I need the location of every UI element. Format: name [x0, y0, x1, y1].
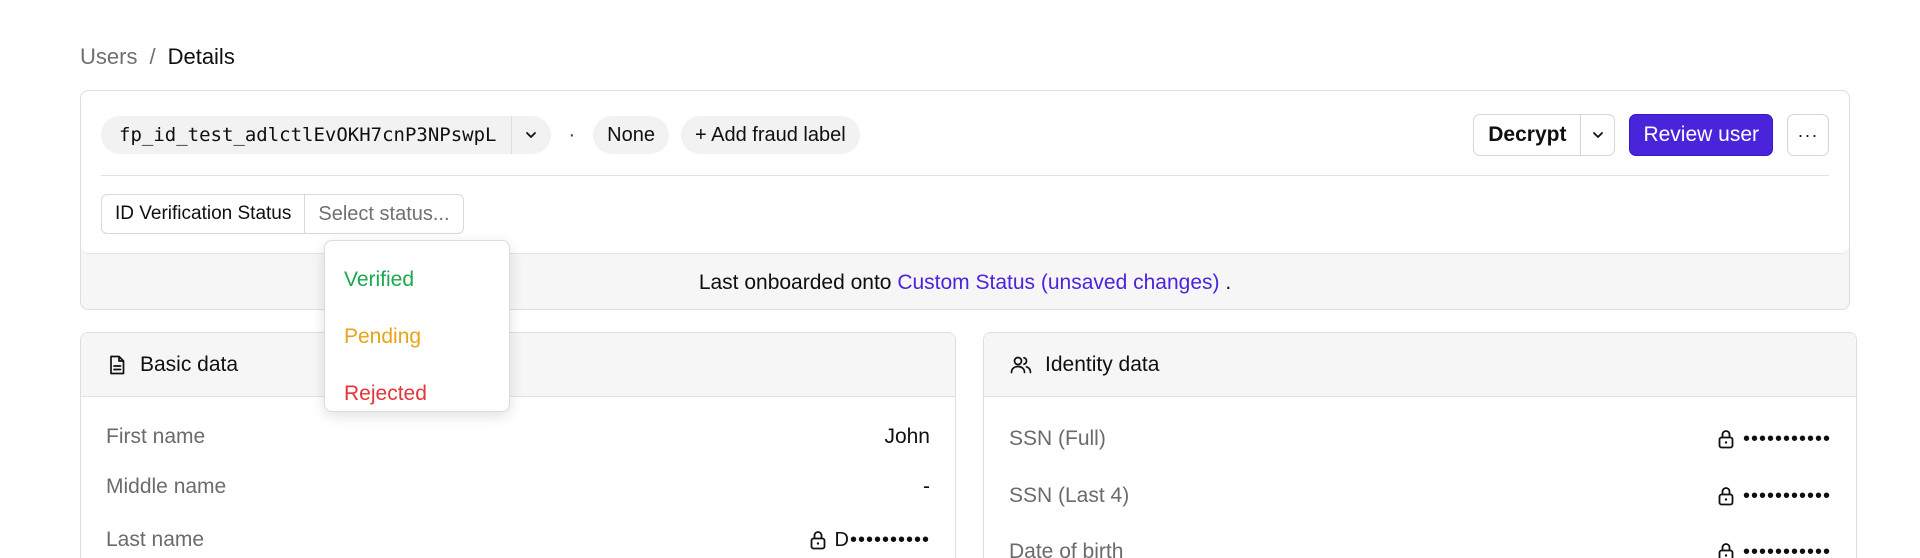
more-options-button[interactable]: ··· — [1787, 114, 1829, 156]
lock-icon — [1718, 430, 1734, 449]
breadcrumb-current: Details — [167, 44, 235, 69]
header-divider — [101, 175, 1829, 176]
field-row-date-of-birth: Date of birth ••••••••••• — [1009, 540, 1831, 558]
decrypt-split-button: Decrypt — [1473, 114, 1616, 156]
basic-data-card: Basic data First name John Middle name -… — [80, 332, 956, 558]
more-icon: ··· — [1797, 124, 1819, 145]
chevron-down-icon — [1593, 132, 1603, 138]
chevron-down-icon — [526, 132, 536, 138]
field-label: Last name — [106, 528, 205, 551]
users-icon — [1010, 356, 1032, 373]
document-icon — [110, 355, 125, 374]
onboard-suffix: . — [1225, 271, 1232, 294]
lock-icon — [1718, 487, 1734, 506]
lock-icon — [810, 531, 825, 550]
basic-data-title: Basic data — [140, 352, 239, 376]
playbook-link[interactable]: Custom Status (unsaved changes) — [897, 271, 1219, 294]
lock-icon — [1718, 543, 1734, 558]
field-label: Middle name — [106, 475, 227, 498]
onboard-prefix: Last onboarded onto — [698, 271, 892, 294]
identity-data-header: Identity data — [984, 333, 1856, 397]
decrypt-dropdown-button[interactable] — [1580, 115, 1614, 155]
field-label: First name — [106, 425, 206, 448]
field-row-ssn-last4: SSN (Last 4) ••••••••••• — [1009, 484, 1831, 508]
masked-value: D•••••••••• — [834, 528, 930, 551]
header-actions: Decrypt Review user ··· — [1473, 114, 1829, 156]
breadcrumb-users-link[interactable]: Users — [80, 44, 137, 70]
field-label: Date of birth — [1009, 540, 1124, 558]
field-row-first-name: First name John — [106, 425, 930, 449]
status-field-label: ID Verification Status — [102, 195, 306, 233]
field-row-last-name: Last name D•••••••••• — [106, 528, 930, 552]
status-dropdown-menu: Verified Pending Rejected — [324, 240, 510, 412]
review-user-button[interactable]: Review user — [1629, 114, 1773, 156]
breadcrumb: Users / Details — [80, 44, 235, 70]
field-label: SSN (Full) — [1009, 427, 1106, 450]
field-value-encrypted[interactable]: ••••••••••• — [1717, 541, 1831, 558]
identity-data-card: Identity data SSN (Full) ••••••••••• SSN… — [983, 332, 1857, 558]
breadcrumb-separator: / — [149, 44, 156, 69]
masked-value: ••••••••••• — [1742, 484, 1831, 507]
masked-value: ••••••••••• — [1742, 427, 1831, 450]
field-row-middle-name: Middle name - — [106, 475, 930, 499]
field-label: SSN (Last 4) — [1009, 484, 1130, 507]
decrypt-button[interactable]: Decrypt — [1474, 115, 1580, 155]
status-option-verified[interactable]: Verified — [325, 251, 509, 308]
user-id-text: fp_id_test_adlctlEvOKH7cnP3NPswpL — [119, 124, 497, 146]
masked-value: ••••••••••• — [1742, 540, 1831, 558]
identity-data-title: Identity data — [1045, 352, 1160, 376]
basic-data-header: Basic data — [81, 333, 955, 397]
field-row-ssn-full: SSN (Full) ••••••••••• — [1009, 427, 1831, 451]
add-fraud-label-button[interactable]: + Add fraud label — [680, 116, 860, 154]
user-id-dropdown-button[interactable] — [510, 116, 551, 154]
separator-dot: · — [568, 123, 576, 146]
status-option-rejected[interactable]: Rejected — [325, 365, 509, 422]
header-top: fp_id_test_adlctlEvOKH7cnP3NPswpL · None… — [81, 91, 1849, 254]
field-value-encrypted[interactable]: ••••••••••• — [1717, 428, 1831, 451]
field-value: - — [923, 475, 930, 498]
fraud-status-chip[interactable]: None — [593, 116, 669, 154]
status-select[interactable]: Select status... — [305, 195, 462, 233]
header-row: fp_id_test_adlctlEvOKH7cnP3NPswpL · None… — [101, 113, 1829, 157]
user-id-pill[interactable]: fp_id_test_adlctlEvOKH7cnP3NPswpL — [101, 116, 551, 154]
field-value: John — [884, 425, 930, 448]
status-option-pending[interactable]: Pending — [325, 308, 509, 365]
field-value-encrypted[interactable]: ••••••••••• — [1717, 485, 1831, 508]
field-value-encrypted[interactable]: D•••••••••• — [809, 529, 930, 552]
id-verification-status-field: ID Verification Status Select status... — [101, 194, 464, 234]
